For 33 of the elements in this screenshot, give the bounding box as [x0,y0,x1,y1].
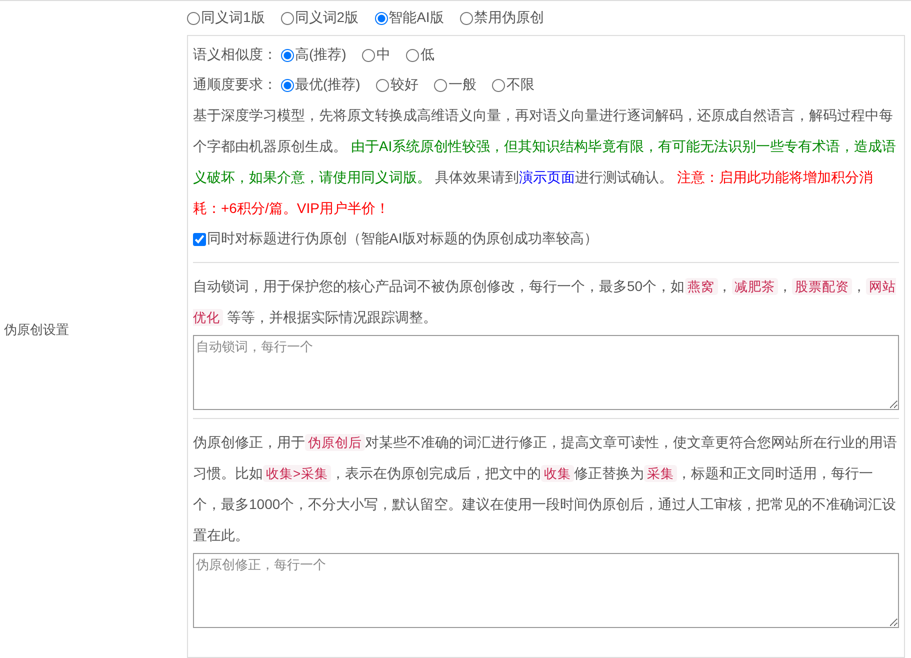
radio-button[interactable] [376,78,390,92]
radio-button[interactable] [434,78,448,92]
radio-button[interactable] [281,48,294,62]
section-label: 伪原创设置 [4,320,69,338]
option-label: 一般 [448,76,476,94]
checkbox[interactable] [193,232,206,246]
radio-button[interactable] [281,78,294,92]
radio-button[interactable] [187,12,200,24]
option-label: 较好 [390,76,418,94]
option-label: 同义词2版 [294,9,359,27]
help-text: 伪原创修正，用于 伪原创后 对某些不准确的词汇进行修正，提高文章可读性，使文章更符合您网站所在行业的用语习惯。比如 收集>采集 ，表示在伪原创完成后，把文中的 收集 修正替换为 采集 ，标题和正文同时适用，每行一个，最多1000个，不分大小写，默认留空。建议在使用一段时间伪原创后，通过人工审核，把常见的不准确词汇设置在此。 [193,433,898,545]
radio-button[interactable] [492,78,506,92]
demo-link[interactable]: 演示页面 [518,169,575,185]
option-label: 最优(推荐) [295,76,360,94]
radio-button[interactable] [406,48,420,62]
correction-field[interactable]: 伪原创修正，每行一个 [193,553,899,628]
radio-button[interactable] [280,12,294,24]
option-label: 中 [376,46,390,64]
field-label: 通顺度要求： [193,76,277,94]
help-text: 基于深度学习模型，先将原文转换成高维语义向量，再对语义向量进行逐词解码，还原成自然语言，解码过程中每个字都由机器原创生成。 由于AI系统原创性较强，但其知识结构毕竟有限，有可能无法识别一些专有术语，造成语义破坏，如果介意，请使用同义词版。 具体效果请到演示页面进行测试确认。 注意：启用此功能将增加积分消耗：+6积分/篇。VIP用户半价！ [193,106,898,218]
field-label: 语义相似度： [193,46,277,64]
checkbox-label: 同时对标题进行伪原创（智能AI版对标题的伪原创成功率较高） [207,230,598,248]
option-label: 不限 [506,76,534,94]
option-label: 低 [420,46,434,64]
radio-button[interactable] [374,12,388,24]
help-text: 自动锁词，用于保护您的核心产品词不被伪原创修改，每行一个，最多50个，如 燕窝 ， 减肥茶 ， 股票配资 ， 网站优化 等等，并根据实际情况跟踪调整。 [193,277,898,328]
option-label: 高(推荐) [295,46,346,64]
radio-button[interactable] [362,48,376,62]
lock-words-field[interactable]: 自动锁词，每行一个 [193,335,899,410]
option-label: 同义词1版 [201,9,265,27]
option-label: 智能AI版 [388,9,444,27]
option-label: 禁用伪原创 [474,9,544,27]
radio-button[interactable] [460,12,473,24]
